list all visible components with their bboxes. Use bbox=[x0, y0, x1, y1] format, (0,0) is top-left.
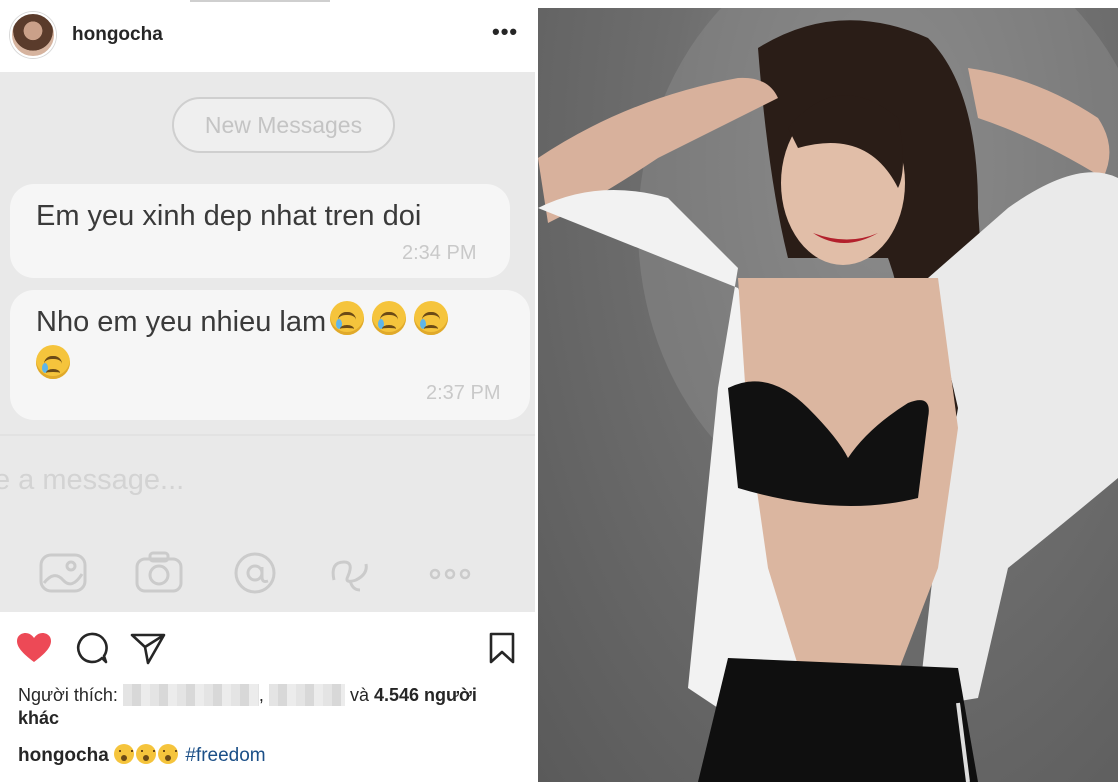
likes-summary: Người thích: , và 4.546 người khác bbox=[18, 684, 528, 730]
divider bbox=[0, 434, 535, 436]
message-bubble: Em yeu xinh dep nhat tren doi 2:34 PM bbox=[10, 184, 510, 278]
astonished-face-icon bbox=[114, 744, 135, 764]
post-username[interactable]: hongocha bbox=[72, 24, 163, 46]
crying-face-icon bbox=[372, 301, 407, 335]
message-text-wrap: Nho em yeu nhieu lam bbox=[36, 300, 516, 388]
likes-suffix[interactable]: khác bbox=[18, 708, 59, 728]
post-actions bbox=[0, 612, 535, 682]
camera-icon bbox=[134, 550, 184, 596]
avatar[interactable] bbox=[10, 12, 56, 58]
message-toolbar bbox=[0, 542, 535, 612]
message-input-placeholder: e a message... bbox=[0, 464, 185, 496]
redacted-name bbox=[122, 684, 259, 706]
post-caption: hongocha #freedom bbox=[18, 744, 266, 767]
likes-count[interactable]: 4.546 người bbox=[374, 685, 477, 705]
message-bubble: Nho em yeu nhieu lam 2:37 PM bbox=[10, 290, 530, 420]
portrait-photo bbox=[538, 8, 1118, 782]
astonished-face-icon bbox=[136, 744, 157, 764]
bookmark-icon[interactable] bbox=[488, 632, 516, 669]
more-options-icon[interactable]: ••• bbox=[492, 21, 518, 43]
message-text: Nho em yeu nhieu lam bbox=[36, 306, 327, 338]
hashtag-link[interactable]: #freedom bbox=[185, 745, 265, 766]
status-line bbox=[190, 0, 330, 2]
caption-username[interactable]: hongocha bbox=[18, 745, 109, 766]
crying-face-icon bbox=[330, 301, 365, 335]
message-screenshot-image: New Messages Em yeu xinh dep nhat tren d… bbox=[0, 72, 535, 612]
image-icon bbox=[38, 550, 88, 596]
redacted-name bbox=[268, 684, 345, 706]
sticker-icon bbox=[326, 550, 376, 596]
likes-prefix: Người thích: bbox=[18, 685, 118, 705]
post-header: hongocha ••• bbox=[0, 0, 535, 72]
at-icon bbox=[230, 550, 280, 596]
more-horizontal-icon bbox=[426, 550, 476, 596]
crying-face-icon bbox=[414, 301, 449, 335]
new-messages-pill: New Messages bbox=[172, 97, 395, 153]
likes-separator: , bbox=[258, 685, 264, 705]
crying-face-icon bbox=[36, 345, 70, 379]
message-time: 2:37 PM bbox=[426, 382, 501, 404]
heart-icon[interactable] bbox=[16, 632, 52, 669]
likes-and: và bbox=[349, 685, 369, 705]
message-text: Em yeu xinh dep nhat tren doi bbox=[36, 200, 422, 232]
comment-icon[interactable] bbox=[74, 632, 108, 669]
astonished-face-icon bbox=[158, 744, 179, 764]
send-icon[interactable] bbox=[130, 632, 166, 671]
message-time: 2:34 PM bbox=[402, 242, 477, 264]
instagram-post-panel: hongocha ••• New Messages Em yeu xinh de… bbox=[0, 0, 535, 782]
